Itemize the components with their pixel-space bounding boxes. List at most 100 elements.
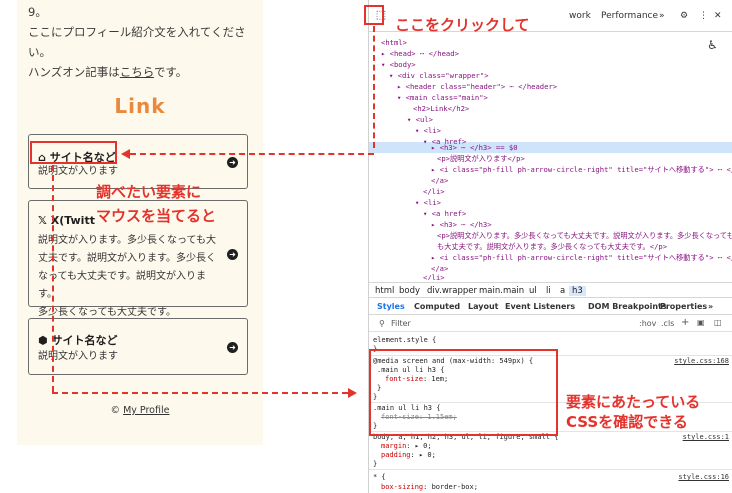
profile-intro: 9。 ここにプロフィール紹介文を入れてください。 ハンズオン記事はこちらです。 [28, 2, 260, 82]
source-link[interactable]: style.css:168 [674, 357, 729, 365]
annotation-connector [52, 165, 54, 392]
more-options-icon[interactable]: ⋮ [699, 11, 708, 21]
card-title: 𝕏 X(Twitt [38, 214, 95, 227]
dom-node[interactable]: ▾ <div class="wrapper"> [389, 70, 489, 81]
new-rule-icon[interactable]: + [681, 317, 689, 328]
dom-node[interactable]: <h2>Link</h2> [413, 103, 469, 114]
source-link[interactable]: style.css:16 [678, 473, 729, 481]
desc-line: 説明文が入ります。多少長くなっても大 [38, 235, 216, 246]
arrow-right-icon [348, 388, 357, 398]
styles-filter-bar: ⚲ Filter :hov .cls + ▣ ◫ [369, 316, 732, 332]
more-subtabs-icon[interactable]: » [708, 302, 713, 311]
css-property: margin [381, 442, 407, 450]
annotation-click-here: ここをクリックして [395, 16, 530, 34]
screenshot-stage: 9。 ここにプロフィール紹介文を入れてください。 ハンズオン記事はこちらです。 … [0, 0, 732, 493]
source-link[interactable]: style.css:1 [683, 433, 729, 441]
intro-line-2: ここにプロフィール紹介文を入れてください。 [28, 25, 246, 59]
dom-node[interactable]: ▸ <i class="ph-fill ph-arrow-circle-righ… [431, 164, 732, 175]
arrow-circle-right-icon[interactable]: ➜ [227, 157, 238, 168]
element-style-rule[interactable]: element.style { [373, 336, 436, 345]
sidebar-toggle-icon[interactable]: ◫ [714, 318, 722, 327]
filter-icon: ⚲ [379, 319, 385, 328]
x-logo-icon: 𝕏 [38, 214, 47, 227]
arrow-left-icon [121, 149, 130, 159]
settings-gear-icon[interactable]: ⚙ [680, 11, 688, 21]
rule-selector[interactable]: * { [373, 473, 386, 482]
my-profile-link[interactable]: My Profile [123, 405, 169, 416]
dom-node[interactable]: <p>説明文が入ります</p> [437, 153, 525, 164]
copyright-mark: © [110, 405, 124, 416]
annotation-connector [130, 153, 374, 155]
card-title-text: X(Twitt [50, 214, 95, 227]
arrow-circle-right-icon[interactable]: ➜ [227, 249, 238, 260]
breadcrumb-h3[interactable]: h3 [569, 286, 586, 296]
intro-line-3: ハンズオン記事はこちらです。 [28, 62, 260, 82]
dom-node[interactable]: </li> [423, 186, 445, 197]
dom-node[interactable]: ▸ <h3> ⋯ </h3> [431, 219, 492, 230]
card-description: 説明文が入ります。多少長くなっても大 丈夫です。説明文が入ります。多少長く なっ… [38, 232, 218, 322]
tab-layout[interactable]: Layout [468, 302, 498, 311]
card-description: 説明文が入ります [38, 166, 118, 177]
cls-toggle[interactable]: .cls [661, 319, 674, 328]
close-icon[interactable]: ✕ [714, 11, 722, 21]
breadcrumb-main[interactable]: main.main [479, 286, 524, 296]
css-property: padding [381, 451, 411, 459]
css-declaration[interactable]: margin: ▸ 0; [381, 442, 432, 451]
dom-node[interactable]: ▸ <i class="ph-fill ph-arrow-circle-righ… [431, 252, 732, 263]
hovered-element-highlight [30, 141, 117, 164]
tab-network[interactable]: work [569, 11, 591, 21]
dom-node[interactable]: <html> [381, 37, 407, 48]
hov-toggle[interactable]: :hov [639, 319, 656, 328]
breadcrumb-a[interactable]: a [560, 286, 565, 296]
filter-input[interactable]: Filter [391, 319, 411, 328]
link-heading-logo: Link [114, 94, 166, 118]
tab-dom-breakpoints[interactable]: DOM Breakpoints [588, 302, 667, 311]
tab-styles[interactable]: Styles [377, 302, 405, 311]
dom-node[interactable]: ▸ <header class="header"> ⋯ </header> [397, 81, 557, 92]
link-card-site-2[interactable]: ⬢ サイト名など 説明文が入ります ➜ [28, 318, 248, 375]
dom-node[interactable]: ▾ <main class="main"> [397, 92, 488, 103]
css-value: border-box; [431, 483, 478, 491]
tab-properties[interactable]: Properties [660, 302, 707, 311]
dom-tree: <html> ▸ <head> ⋯ </head> ▾ <body> ▾ <di… [369, 32, 732, 280]
dom-node[interactable]: <p>説明文が入ります。多少長くなっても大丈夫です。説明文が入ります。多少長くな… [437, 230, 732, 241]
dom-node[interactable]: ▾ <a href> [423, 208, 466, 219]
tab-computed[interactable]: Computed [414, 302, 460, 311]
annotation-hover-line1: 調べたい要素に [96, 183, 202, 201]
dom-node[interactable]: ▸ <head> ⋯ </head> [381, 48, 459, 59]
card-description: 説明文が入ります [38, 351, 118, 362]
annotation-css: 要素にあたっている CSSを確認できる [566, 392, 700, 432]
css-declaration[interactable]: padding: ▸ 0; [381, 451, 436, 460]
dom-node[interactable]: ▾ <li> [415, 197, 441, 208]
dom-node[interactable]: </li> [423, 272, 445, 280]
intro-suffix: です。 [153, 65, 188, 79]
breadcrumb-body[interactable]: body [399, 286, 420, 296]
breadcrumb-ul[interactable]: ul [529, 286, 537, 296]
tab-performance[interactable]: Performance [601, 11, 658, 21]
handson-article-link[interactable]: こちら [120, 65, 154, 79]
dom-node[interactable]: も大丈夫です。説明文が入ります。多少長くなっても大丈夫です。</p> [437, 241, 667, 252]
dom-node[interactable]: ▾ <ul> [407, 114, 433, 125]
annotation-connector [373, 26, 375, 148]
card-title: ⬢ サイト名など [38, 332, 117, 348]
more-tabs-icon[interactable]: » [659, 11, 665, 21]
css-declaration[interactable]: box-sizing: border-box; [381, 483, 478, 492]
arrow-circle-right-icon[interactable]: ➜ [227, 342, 238, 353]
dom-node[interactable]: ▾ <li> [415, 125, 441, 136]
annotation-css-line1: 要素にあたっている [566, 393, 701, 411]
dom-node-selected-h3[interactable]: ▸ <h3> ⋯ </h3> == $0 [431, 142, 518, 153]
computed-styles-icon[interactable]: ▣ [697, 318, 705, 327]
breadcrumb-div-wrapper[interactable]: div.wrapper [427, 286, 477, 296]
tab-event-listeners[interactable]: Event Listeners [505, 302, 575, 311]
desc-line: なっても大丈夫です。説明文が入ります。 [38, 271, 206, 300]
dom-node[interactable]: ▾ <body> [381, 59, 416, 70]
intro-prefix: ハンズオン記事は [28, 65, 120, 79]
breadcrumb: html body div.wrapper main.main ul li a … [369, 282, 732, 298]
css-property: box-sizing [381, 483, 424, 491]
annotation-connector [52, 392, 348, 394]
matched-css-highlight [369, 349, 558, 436]
dom-node[interactable]: </a> [431, 175, 448, 186]
breadcrumb-html[interactable]: html [375, 286, 394, 296]
cube-icon: ⬢ [38, 334, 48, 347]
breadcrumb-li[interactable]: li [546, 286, 551, 296]
